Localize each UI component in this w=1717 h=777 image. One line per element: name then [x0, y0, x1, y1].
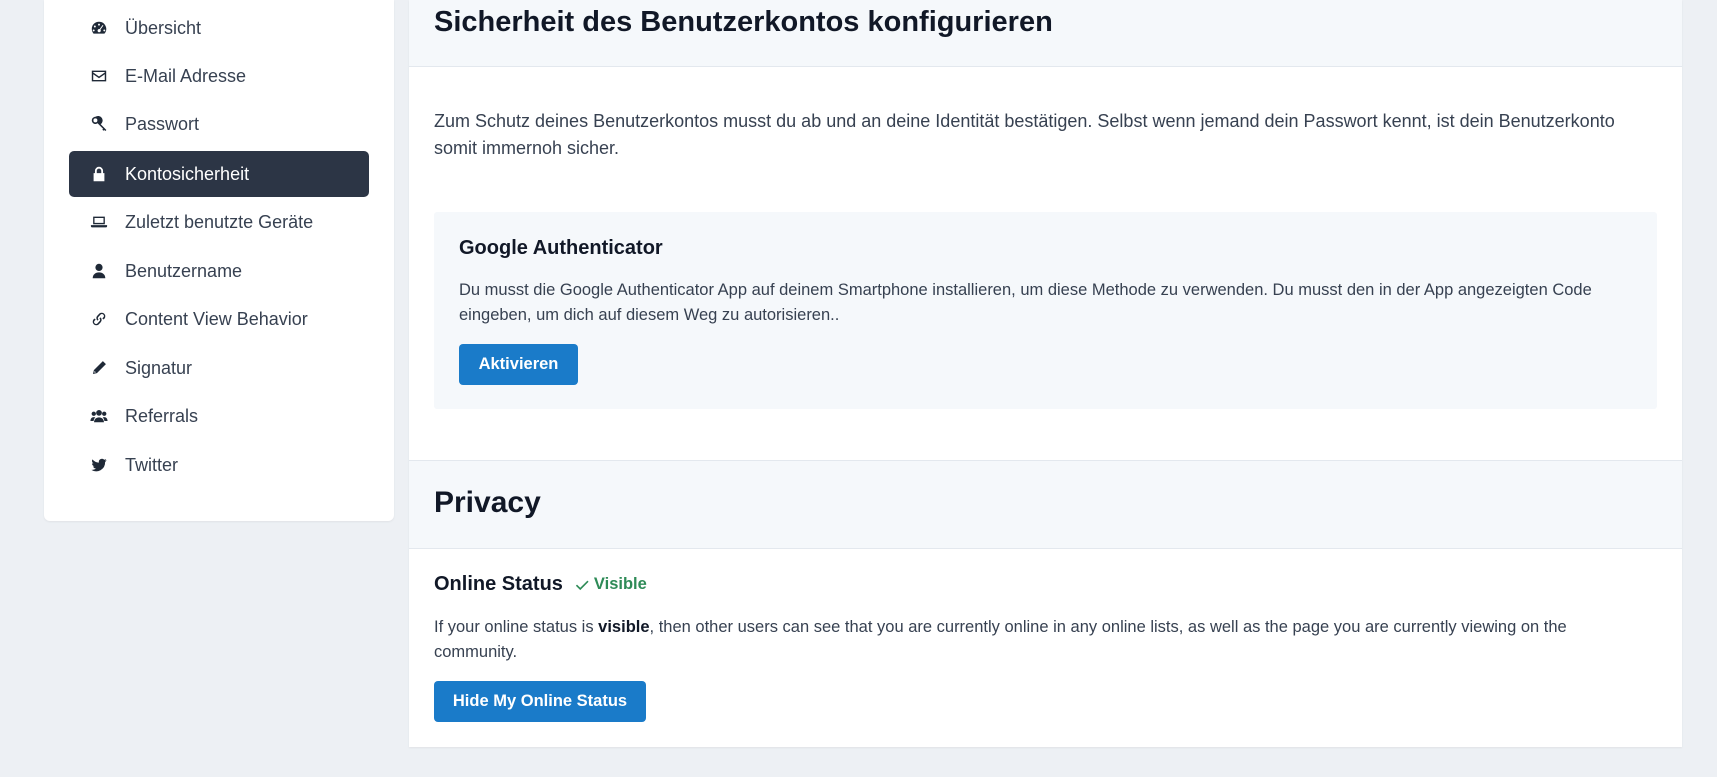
- description-text-start: If your online status is: [434, 618, 599, 636]
- lock-icon: [89, 164, 109, 184]
- sidebar-item-label: Content View Behavior: [125, 308, 308, 329]
- sidebar-item-label: Benutzername: [125, 260, 243, 281]
- sidebar-item-twitter[interactable]: Twitter: [69, 442, 369, 488]
- sidebar-item-label: Passwort: [125, 113, 200, 134]
- privacy-section-title: Privacy: [434, 486, 541, 519]
- checkmark-icon: [575, 580, 589, 590]
- online-status-heading: Online Status Visible: [434, 573, 647, 596]
- hide-online-status-button[interactable]: Hide My Online Status: [434, 681, 646, 722]
- twitter-icon: [89, 455, 109, 475]
- users-icon: [89, 406, 109, 426]
- sidebar-item-password[interactable]: Passwort: [69, 101, 369, 147]
- status-badge: Visible: [575, 575, 647, 594]
- main-content: Sicherheit des Benutzerkontos konfigurie…: [409, 0, 1682, 747]
- sidebar-item-label: Zuletzt benutzte Geräte: [125, 211, 314, 232]
- security-section-header: Sicherheit des Benutzerkontos konfigurie…: [409, 0, 1682, 67]
- laptop-icon: [89, 212, 109, 232]
- sidebar-item-overview[interactable]: Übersicht: [69, 5, 369, 51]
- online-status-title: Online Status: [434, 573, 563, 595]
- sidebar-item-label: Twitter: [125, 454, 179, 475]
- sidebar-item-username[interactable]: Benutzername: [69, 248, 369, 294]
- sidebar-item-label: Referrals: [125, 405, 199, 426]
- activate-button[interactable]: Aktivieren: [459, 344, 578, 385]
- sidebar-item-referrals[interactable]: Referrals: [69, 393, 369, 439]
- google-authenticator-box: Google Authenticator Du musst die Google…: [434, 212, 1657, 409]
- user-icon: [89, 261, 109, 281]
- pencil-icon: [89, 358, 109, 378]
- sidebar-item-email[interactable]: E-Mail Adresse: [69, 53, 369, 99]
- privacy-section-header: Privacy: [409, 460, 1682, 549]
- google-authenticator-title: Google Authenticator: [459, 237, 663, 259]
- envelope-icon: [89, 66, 109, 86]
- security-intro-text: Zum Schutz deines Benutzerkontos musst d…: [434, 111, 1615, 158]
- sidebar-item-recent-devices[interactable]: Zuletzt benutzte Geräte: [69, 199, 369, 245]
- sidebar-item-label: Übersicht: [125, 17, 202, 38]
- sidebar-item-label: Kontosicherheit: [125, 163, 250, 184]
- online-status-description: If your online status is visible, then o…: [434, 615, 1634, 665]
- sidebar-item-content-view-behavior[interactable]: Content View Behavior: [69, 296, 369, 342]
- sidebar-item-signature[interactable]: Signatur: [69, 345, 369, 391]
- account-sidebar: Übersicht E-Mail Adresse Passwort Kontos…: [44, 0, 394, 521]
- dashboard-icon: [89, 18, 109, 38]
- sidebar-item-account-security[interactable]: Kontosicherheit: [69, 151, 369, 197]
- sidebar-item-label: Signatur: [125, 357, 193, 378]
- sidebar-item-label: E-Mail Adresse: [125, 65, 247, 86]
- link-icon: [89, 309, 109, 329]
- security-section-title: Sicherheit des Benutzerkontos konfigurie…: [434, 6, 1053, 38]
- google-authenticator-description: Du musst die Google Authenticator App au…: [459, 281, 1592, 324]
- key-icon: [89, 114, 109, 134]
- description-text-bold: visible: [598, 618, 650, 636]
- status-badge-label: Visible: [593, 575, 647, 593]
